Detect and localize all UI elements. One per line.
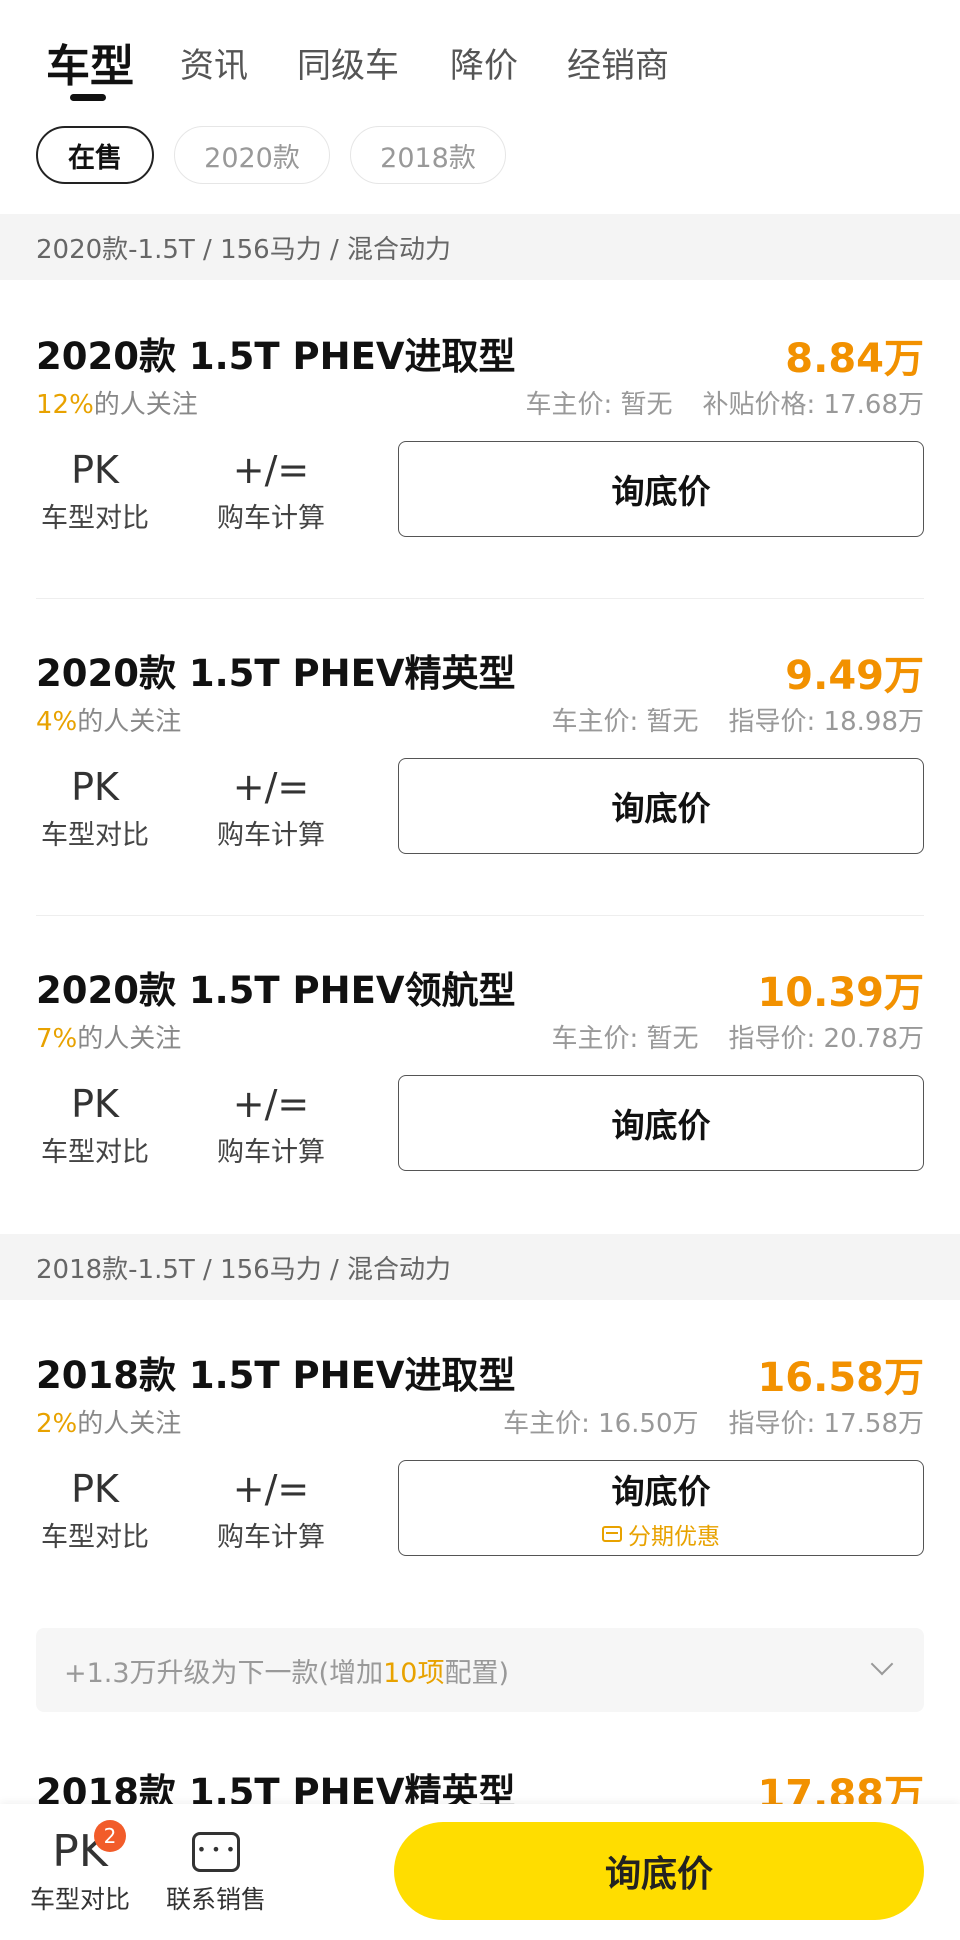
compare-button[interactable]: PK 车型对比 bbox=[40, 761, 150, 852]
pk-icon: PK bbox=[71, 1082, 119, 1126]
follow-rate: 12%的人关注 bbox=[36, 384, 198, 421]
car-price: 8.84万 bbox=[785, 336, 924, 382]
follow-rate: 4%的人关注 bbox=[36, 701, 181, 738]
follow-percent: 2% bbox=[36, 1409, 78, 1439]
car-name: 2020款 1.5T PHEV领航型 bbox=[36, 969, 516, 1012]
calculator-button[interactable]: +/= 购车计算 bbox=[216, 1078, 326, 1169]
ask-price-label: 询底价 bbox=[611, 1106, 711, 1145]
top-tab-bar: 车型 资讯 同级车 降价 经销商 bbox=[0, 0, 960, 120]
compare-label: 车型对比 bbox=[41, 1137, 149, 1168]
car-name: 2020款 1.5T PHEV进取型 bbox=[36, 335, 516, 378]
bottom-compare-label: 车型对比 bbox=[29, 1885, 130, 1914]
car-name: 2020款 1.5T PHEV精英型 bbox=[36, 652, 516, 695]
follow-rate: 2%的人关注 bbox=[36, 1403, 181, 1440]
ask-price-label: 询底价 bbox=[611, 789, 711, 828]
reference-price: 补贴价格: 17.68万 bbox=[702, 390, 924, 420]
chat-icon bbox=[192, 1832, 240, 1872]
reference-price: 指导价: 17.58万 bbox=[728, 1409, 924, 1439]
ask-price-button[interactable]: 询底价 bbox=[398, 1075, 924, 1171]
compare-label: 车型对比 bbox=[41, 820, 149, 851]
reference-price: 指导价: 20.78万 bbox=[728, 1024, 924, 1054]
card-icon bbox=[602, 1526, 622, 1542]
calculator-icon: +/= bbox=[232, 765, 310, 809]
bottom-action-bar: PK 2 车型对比 联系销售 询底价 bbox=[0, 1804, 960, 1940]
car-price: 10.39万 bbox=[757, 970, 924, 1016]
divider bbox=[36, 915, 924, 916]
follow-rate: 7%的人关注 bbox=[36, 1018, 181, 1055]
group-header-2020: 2020款-1.5T / 156马力 / 混合动力 bbox=[0, 214, 960, 280]
sub-prices: 车主价: 暂无 指导价: 18.98万 bbox=[522, 701, 925, 738]
car-price: 16.58万 bbox=[757, 1355, 924, 1401]
sub-prices: 车主价: 暂无 指导价: 20.78万 bbox=[522, 1018, 925, 1055]
calculator-label: 购车计算 bbox=[217, 1522, 325, 1553]
pk-icon: PK bbox=[71, 1467, 119, 1511]
compare-button[interactable]: PK 车型对比 bbox=[40, 444, 150, 535]
compare-label: 车型对比 bbox=[41, 1522, 149, 1553]
ask-price-button[interactable]: 询底价 bbox=[398, 758, 924, 854]
follow-percent: 7% bbox=[36, 1024, 78, 1054]
divider bbox=[36, 598, 924, 599]
tab-price-drop[interactable]: 降价 bbox=[450, 38, 518, 87]
active-tab-indicator bbox=[70, 94, 106, 101]
ask-lowest-price-button[interactable]: 询底价 bbox=[394, 1822, 924, 1920]
calculator-label: 购车计算 bbox=[217, 503, 325, 534]
calculator-icon: +/= bbox=[232, 1467, 310, 1511]
filter-2018[interactable]: 2018款 bbox=[350, 126, 506, 184]
calculator-button[interactable]: +/= 购车计算 bbox=[216, 1463, 326, 1554]
upgrade-suggestion[interactable]: +1.3万升级为下一款(增加 10项 配置) bbox=[36, 1628, 924, 1712]
calculator-label: 购车计算 bbox=[217, 820, 325, 851]
ask-price-button[interactable]: 询底价 分期优惠 bbox=[398, 1460, 924, 1556]
owner-price: 车主价: 暂无 bbox=[551, 1024, 699, 1054]
ask-price-label: 询底价 bbox=[611, 472, 711, 511]
follow-percent: 12% bbox=[36, 390, 94, 420]
car-price: 9.49万 bbox=[785, 653, 924, 699]
follow-suffix: 的人关注 bbox=[93, 390, 198, 420]
calculator-button[interactable]: +/= 购车计算 bbox=[216, 444, 326, 535]
upgrade-suffix: 配置) bbox=[444, 1657, 510, 1689]
follow-suffix: 的人关注 bbox=[77, 1409, 182, 1439]
compare-button[interactable]: PK 车型对比 bbox=[40, 1463, 150, 1554]
installment-promo: 分期优惠 bbox=[602, 1517, 720, 1551]
calculator-label: 购车计算 bbox=[217, 1137, 325, 1168]
calculator-button[interactable]: +/= 购车计算 bbox=[216, 761, 326, 852]
contact-sales-label: 联系销售 bbox=[165, 1885, 266, 1914]
upgrade-prefix: +1.3万升级为下一款(增加 bbox=[64, 1657, 384, 1689]
pk-icon: PK bbox=[71, 765, 119, 809]
sub-prices: 车主价: 16.50万 指导价: 17.58万 bbox=[473, 1403, 924, 1440]
pk-icon: PK bbox=[71, 448, 119, 492]
sub-prices: 车主价: 暂无 补贴价格: 17.68万 bbox=[496, 384, 925, 421]
calculator-icon: +/= bbox=[232, 448, 310, 492]
upgrade-highlight: 10项 bbox=[383, 1657, 445, 1689]
tab-similar-cars[interactable]: 同级车 bbox=[297, 38, 399, 87]
follow-suffix: 的人关注 bbox=[77, 1024, 182, 1054]
car-name: 2018款 1.5T PHEV进取型 bbox=[36, 1354, 516, 1397]
owner-price: 车主价: 暂无 bbox=[525, 390, 673, 420]
owner-price: 车主价: 暂无 bbox=[551, 707, 699, 737]
group-header-2018: 2018款-1.5T / 156马力 / 混合动力 bbox=[0, 1234, 960, 1300]
reference-price: 指导价: 18.98万 bbox=[728, 707, 924, 737]
tab-dealers[interactable]: 经销商 bbox=[567, 38, 669, 87]
tab-news[interactable]: 资讯 bbox=[180, 38, 248, 87]
compare-label: 车型对比 bbox=[41, 503, 149, 534]
filter-on-sale[interactable]: 在售 bbox=[36, 126, 154, 184]
follow-percent: 4% bbox=[36, 707, 78, 737]
bottom-compare-button[interactable]: PK 2 车型对比 bbox=[28, 1820, 132, 1916]
ask-price-button[interactable]: 询底价 bbox=[398, 441, 924, 537]
compare-button[interactable]: PK 车型对比 bbox=[40, 1078, 150, 1169]
compare-count-badge: 2 bbox=[94, 1820, 126, 1852]
promo-label: 分期优惠 bbox=[628, 1524, 720, 1550]
ask-price-label: 询底价 bbox=[611, 1472, 711, 1511]
filter-2020[interactable]: 2020款 bbox=[174, 126, 330, 184]
contact-sales-button[interactable]: 联系销售 bbox=[164, 1824, 268, 1916]
tab-car-models[interactable]: 车型 bbox=[46, 30, 134, 94]
owner-price: 车主价: 16.50万 bbox=[503, 1409, 699, 1439]
follow-suffix: 的人关注 bbox=[77, 707, 182, 737]
calculator-icon: +/= bbox=[232, 1082, 310, 1126]
chevron-down-icon bbox=[870, 1652, 894, 1676]
